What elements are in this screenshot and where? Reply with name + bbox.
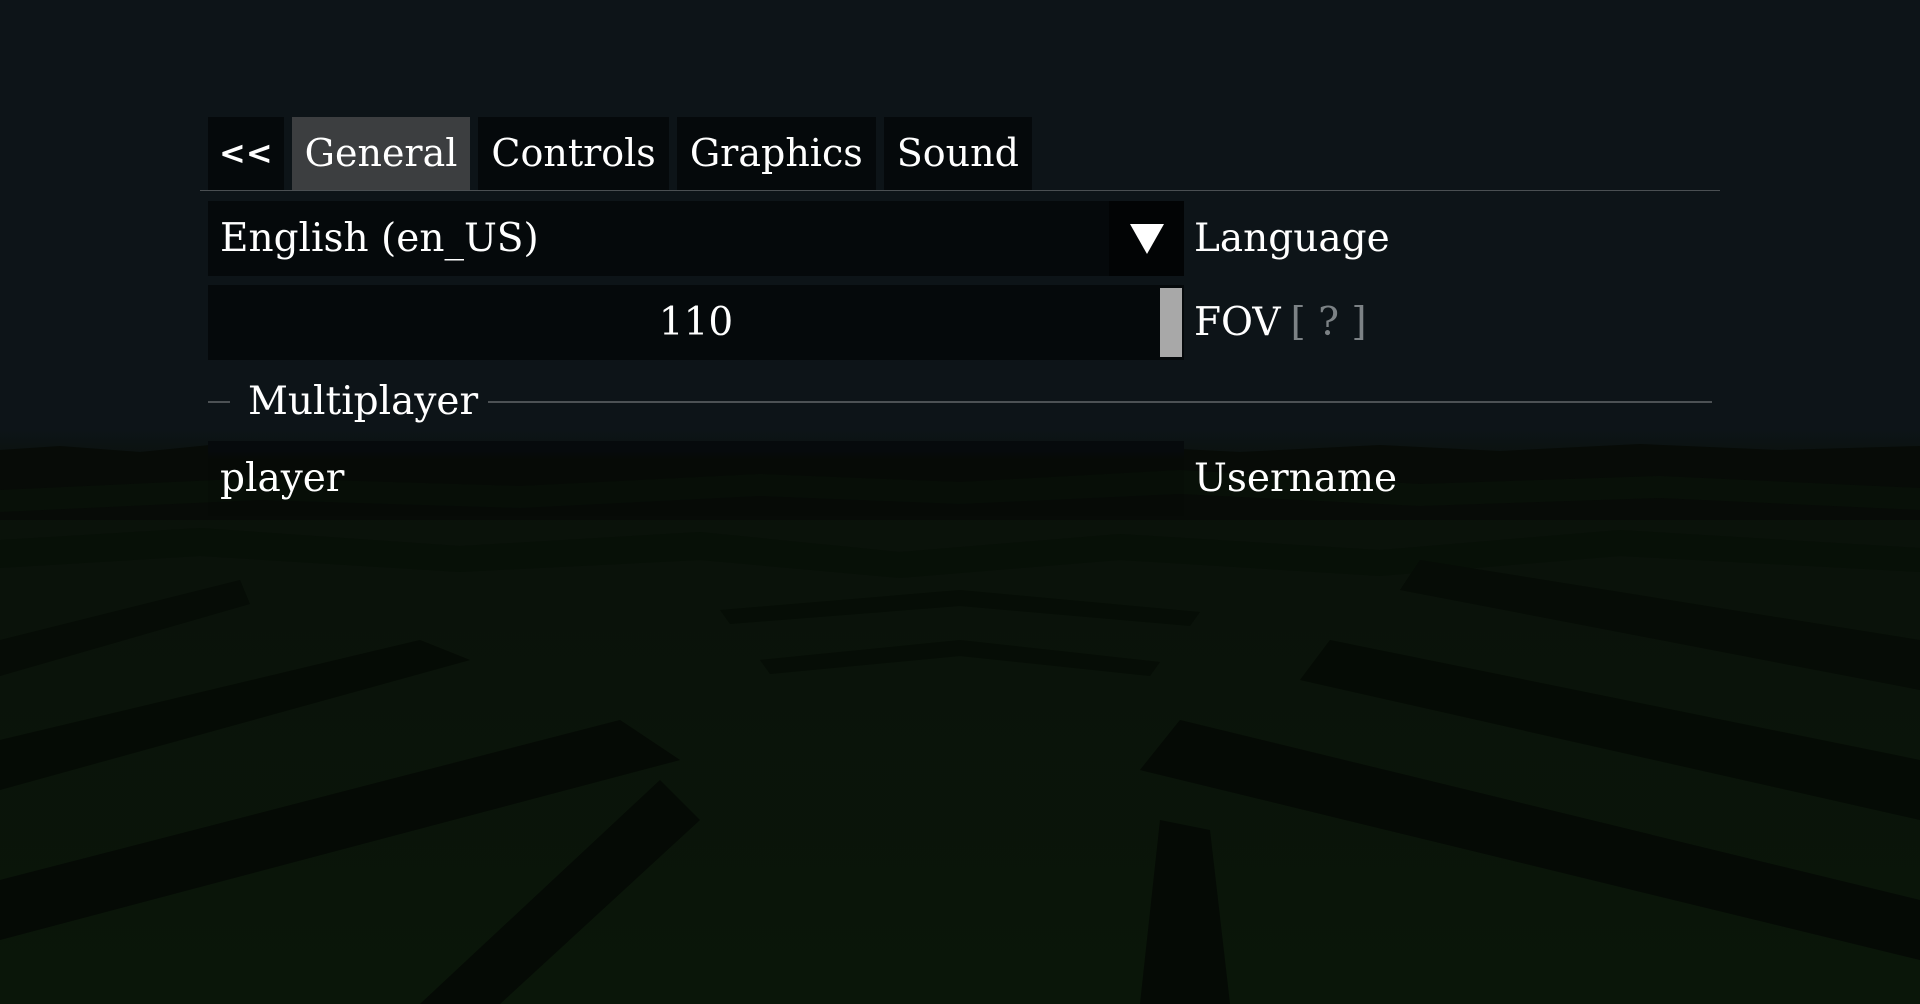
settings-menu: << General Controls Graphics Sound Engli…	[0, 0, 1920, 1004]
section-divider-right	[488, 401, 1712, 403]
language-label: Language	[1194, 216, 1390, 261]
multiplayer-section-title: Multiplayer	[248, 379, 479, 424]
fov-slider[interactable]: 110	[208, 285, 1184, 360]
tab-general[interactable]: General	[291, 117, 471, 190]
fov-label: FOV	[1194, 300, 1281, 345]
tab-controls[interactable]: Controls	[478, 117, 669, 190]
fov-slider-handle[interactable]	[1160, 288, 1182, 357]
triangle-down-icon	[1129, 223, 1164, 254]
tab-graphics[interactable]: Graphics	[676, 117, 876, 190]
fov-value: 110	[658, 300, 734, 345]
username-value: player	[220, 456, 345, 501]
username-label: Username	[1194, 456, 1398, 501]
language-dropdown[interactable]: English (en_US)	[208, 201, 1184, 276]
tab-sound[interactable]: Sound	[883, 117, 1032, 190]
back-button[interactable]: <<	[208, 117, 284, 190]
username-input[interactable]: player	[208, 441, 1184, 516]
dropdown-toggle[interactable]	[1109, 201, 1184, 276]
language-selected-value: English (en_US)	[220, 216, 539, 261]
fov-label-row: FOV[ ? ]	[1194, 285, 1367, 360]
settings-tab-bar: << General Controls Graphics Sound	[208, 117, 1032, 190]
tab-divider	[200, 190, 1720, 191]
section-divider-left	[208, 401, 230, 403]
fov-help-button[interactable]: [ ? ]	[1291, 300, 1367, 345]
